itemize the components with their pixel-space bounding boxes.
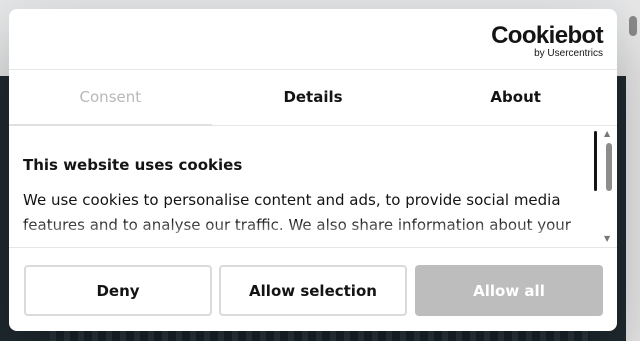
consent-content: This website uses cookies We use cookies… — [9, 126, 617, 246]
content-focus-indicator — [594, 131, 597, 191]
tab-details[interactable]: Details — [212, 69, 415, 125]
content-fade — [9, 220, 609, 246]
content-scrollbar-thumb[interactable] — [606, 143, 612, 191]
cookiebot-logo: Cookiebot by Usercentrics — [491, 22, 604, 60]
tab-consent[interactable]: Consent — [9, 69, 212, 126]
content-scrollbar[interactable] — [605, 143, 613, 239]
deny-button[interactable]: Deny — [24, 265, 212, 316]
dialog-header: Cookiebot by Usercentrics — [9, 9, 617, 70]
tab-about[interactable]: About — [414, 69, 617, 125]
scroll-up-arrow-icon[interactable]: ▲ — [604, 130, 610, 138]
allow-all-button[interactable]: Allow all — [415, 265, 603, 316]
page-scrollbar-thumb[interactable] — [629, 16, 637, 36]
allow-selection-button[interactable]: Allow selection — [219, 265, 407, 316]
consent-heading: This website uses cookies — [23, 156, 243, 174]
dialog-footer: Deny Allow selection Allow all — [9, 247, 617, 331]
scroll-down-arrow-icon[interactable]: ▼ — [604, 235, 610, 243]
logo-subtext: by Usercentrics — [534, 48, 603, 59]
page-scrollbar[interactable] — [626, 0, 640, 341]
tab-bar: Consent Details About — [9, 69, 617, 126]
logo-brand-text: Cookiebot — [491, 22, 604, 49]
cookie-consent-dialog: Cookiebot by Usercentrics Consent Detail… — [9, 9, 617, 331]
